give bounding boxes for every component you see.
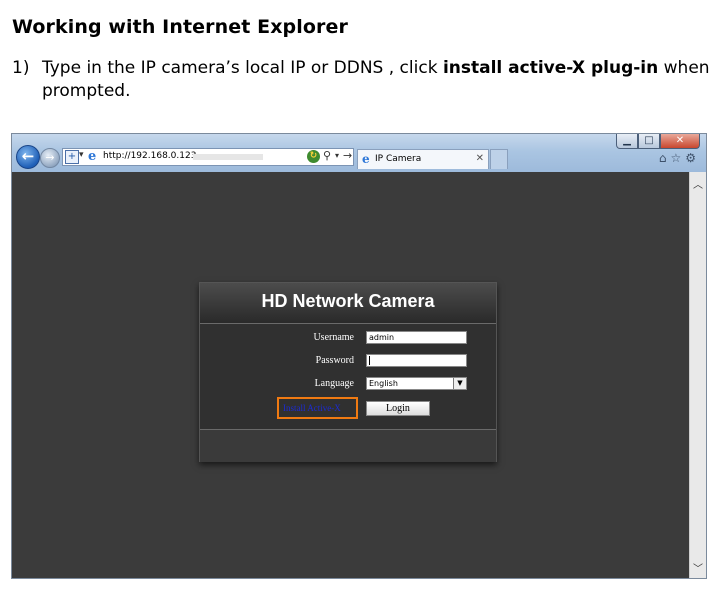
step-number: 1) xyxy=(12,58,30,78)
address-bar[interactable]: + ▾ e http://192.168.0.123 ↻ ⚲ ▾ → xyxy=(62,148,354,166)
doc-heading: Working with Internet Explorer xyxy=(12,16,348,38)
home-icon[interactable]: ⌂ xyxy=(659,151,667,165)
language-select[interactable]: English ▼ xyxy=(366,377,467,390)
command-icons: ⌂ ☆ ⚙ xyxy=(659,151,696,165)
step-text: Type in the IP camera’s local IP or DDNS… xyxy=(42,57,718,103)
scroll-down-icon[interactable]: ﹀ xyxy=(690,560,706,575)
vertical-scrollbar[interactable]: ︿ ﹀ xyxy=(689,172,706,578)
login-title: HD Network Camera xyxy=(261,291,435,311)
page-viewport: HD Network Camera Username admin Passwor… xyxy=(12,172,689,578)
language-label: Language xyxy=(314,378,354,389)
login-footer xyxy=(200,429,496,462)
text-cursor xyxy=(369,356,370,365)
password-label: Password xyxy=(315,355,354,366)
close-button[interactable]: ✕ xyxy=(660,134,700,149)
new-tab-button[interactable] xyxy=(490,149,508,169)
login-button[interactable]: Login xyxy=(366,401,430,416)
search-dropdown-icon[interactable]: ▾ xyxy=(335,151,339,160)
password-input[interactable] xyxy=(366,354,467,367)
go-arrow-icon[interactable]: → xyxy=(343,149,352,162)
language-value: English xyxy=(369,379,398,388)
search-icon[interactable]: ⚲ xyxy=(323,149,331,162)
star-icon[interactable]: ☆ xyxy=(670,151,681,165)
minimize-button[interactable]: ▁ xyxy=(616,134,638,149)
plus-icon[interactable]: + xyxy=(65,150,79,164)
login-panel: HD Network Camera Username admin Passwor… xyxy=(199,282,497,462)
back-arrow-icon[interactable]: ← xyxy=(16,145,40,169)
tab-close-icon[interactable]: ✕ xyxy=(476,153,484,164)
install-activex-link[interactable]: Install Active-X xyxy=(283,403,341,413)
step-text-before: Type in the IP camera’s local IP or DDNS… xyxy=(42,58,443,78)
compatibility-icon[interactable]: ↻ xyxy=(307,150,320,163)
tab-ip-camera[interactable]: e IP Camera ✕ xyxy=(357,149,489,169)
ie-tab-icon: e xyxy=(362,152,370,166)
chevron-down-icon[interactable]: ▼ xyxy=(453,378,466,389)
username-input[interactable]: admin xyxy=(366,331,467,344)
url-redacted xyxy=(193,154,263,160)
login-header: HD Network Camera xyxy=(200,283,496,324)
username-label: Username xyxy=(313,332,354,343)
ie-logo-icon: e xyxy=(88,149,97,164)
scroll-up-icon[interactable]: ︿ xyxy=(690,176,706,191)
browser-titlebar: ▁ □ ✕ ← → + ▾ e http://192.168.0.123 ↻ ⚲… xyxy=(12,134,706,172)
window-controls: ▁ □ ✕ xyxy=(616,134,700,150)
activex-highlight: Install Active-X xyxy=(277,397,358,419)
gear-icon[interactable]: ⚙ xyxy=(685,151,696,165)
browser-screenshot: ▁ □ ✕ ← → + ▾ e http://192.168.0.123 ↻ ⚲… xyxy=(11,133,707,579)
step-text-bold: install active-X plug-in xyxy=(442,58,659,78)
maximize-button[interactable]: □ xyxy=(638,134,660,149)
tab-label: IP Camera xyxy=(375,154,422,164)
url-text[interactable]: http://192.168.0.123 xyxy=(103,151,196,161)
chevron-down-icon[interactable]: ▾ xyxy=(79,150,84,160)
forward-arrow-icon[interactable]: → xyxy=(40,148,60,168)
